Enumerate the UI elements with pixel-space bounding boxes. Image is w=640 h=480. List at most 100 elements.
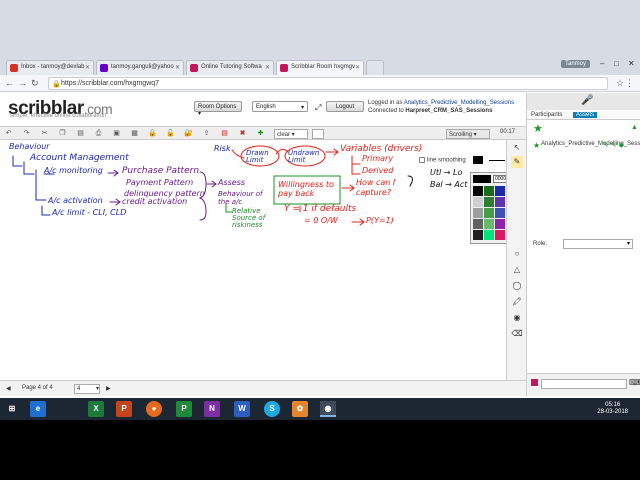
close-icon[interactable]: ✕	[265, 64, 270, 71]
color-swatch[interactable]	[473, 230, 483, 240]
page-select[interactable]: 4 ▾	[74, 384, 100, 394]
tab-gmail[interactable]: Inbox - tanmoy@dexlab ✕	[6, 60, 94, 75]
redo-icon[interactable]: ↷	[22, 129, 31, 138]
color-swatch-icon[interactable]	[531, 379, 538, 386]
pencil-icon[interactable]: ✎	[511, 156, 523, 168]
chevron-up-icon[interactable]: ▲	[631, 124, 638, 131]
print-icon[interactable]: ⎙	[94, 129, 103, 138]
language-select[interactable]: English ▾	[252, 101, 308, 112]
minimize-icon[interactable]: –	[600, 59, 604, 68]
pdf-icon[interactable]: ▤	[220, 129, 229, 138]
logout-button[interactable]: Logout	[326, 101, 364, 112]
room-options-button[interactable]: Room Options ▾	[194, 101, 242, 117]
excel-icon[interactable]: X	[88, 401, 104, 417]
image-icon[interactable]: ▦	[130, 129, 139, 138]
close-icon[interactable]: ✕	[175, 64, 180, 71]
app-icon[interactable]: ✿	[292, 401, 308, 417]
close-icon[interactable]: ✕	[85, 64, 90, 71]
color-swatch[interactable]	[473, 197, 483, 207]
close-icon[interactable]: ✕	[355, 64, 360, 71]
lock-icon[interactable]: 🔒	[148, 129, 157, 138]
highlighter-icon[interactable]: 🖍	[511, 296, 523, 308]
profile-badge[interactable]: Tanmoy	[560, 60, 590, 68]
skype-icon[interactable]: S	[264, 401, 280, 417]
save-icon[interactable]: ▣	[112, 129, 121, 138]
new-tab-button[interactable]	[366, 60, 384, 75]
participant-name[interactable]: Analytics_Predictive_Modelling_Sessions	[541, 141, 640, 148]
ie-icon[interactable]: e	[30, 401, 46, 417]
start-icon[interactable]: ⊞	[4, 401, 20, 417]
cut-icon[interactable]: ✂	[40, 129, 49, 138]
current-color-swatch[interactable]	[473, 156, 484, 164]
prev-page-icon[interactable]: ◀	[6, 385, 11, 392]
color-swatch[interactable]	[484, 219, 494, 229]
whiteboard-canvas[interactable]: Behaviour Account Management A/c monitor…	[0, 140, 506, 380]
reload-icon[interactable]: ↻	[31, 78, 39, 89]
project-icon[interactable]: P	[176, 401, 192, 417]
ink-how-capture: How can I capture?	[356, 178, 396, 197]
ink-line	[231, 149, 245, 159]
powerpoint-icon[interactable]: P	[116, 401, 132, 417]
role-select[interactable]: ▾	[563, 239, 633, 249]
permission-icons[interactable]: ✎ ✎ ◆	[603, 141, 624, 149]
color-swatch[interactable]	[495, 208, 505, 218]
tab-yahoo[interactable]: tanmoy.ganguli@yahoo ✕	[96, 60, 184, 75]
paste-icon[interactable]: ▤	[76, 129, 85, 138]
undo-icon[interactable]: ↶	[4, 129, 13, 138]
color-swatch[interactable]	[495, 219, 505, 229]
tab-tutoring[interactable]: Online Tutoring Softwa ✕	[186, 60, 274, 75]
circle-icon[interactable]: ◯	[511, 280, 523, 292]
upload-icon[interactable]: ⇪	[202, 129, 211, 138]
firefox-icon[interactable]: ●	[146, 401, 162, 417]
url-input[interactable]: 🔒 https://scribblar.com/hxgmgwq7	[48, 77, 608, 90]
system-clock[interactable]: 05:16 28-03-2018	[597, 402, 628, 416]
color-swatch[interactable]	[495, 230, 505, 240]
microphone-icon[interactable]: 🎤	[581, 95, 593, 106]
eraser-icon[interactable]: ⌫	[511, 328, 523, 340]
chat-bar: ⌨	[527, 373, 640, 396]
scrolling-select[interactable]: Scrolling ▾	[446, 129, 490, 139]
chat-input[interactable]	[541, 379, 627, 389]
color-swatch[interactable]	[495, 186, 505, 196]
tab-strip: Inbox - tanmoy@dexlab ✕ tanmoy.ganguli@y…	[0, 0, 640, 75]
blank-select[interactable]	[312, 129, 324, 139]
menu-icon[interactable]: ⋮	[625, 78, 634, 89]
back-icon[interactable]: ←	[5, 78, 14, 88]
color-swatch[interactable]	[473, 208, 483, 218]
fullscreen-icon[interactable]: ⤢	[312, 101, 322, 112]
line-smoothing-toggle[interactable]: line smoothing	[419, 156, 506, 164]
add-page-icon[interactable]: ✚	[256, 129, 265, 138]
send-icon[interactable]: ⌨	[629, 378, 640, 387]
color-swatch[interactable]	[484, 186, 494, 196]
chrome-icon[interactable]: ◉	[320, 401, 336, 417]
clear-select[interactable]: clear ▾	[274, 129, 308, 139]
tab-participants[interactable]: Participants	[531, 112, 562, 118]
ink-variables: Variables (drivers)	[340, 144, 423, 154]
close-window-icon[interactable]: ✕	[628, 59, 635, 68]
pointer-icon[interactable]: ↖	[511, 142, 523, 154]
word-icon[interactable]: W	[234, 401, 250, 417]
color-swatch[interactable]	[484, 208, 494, 218]
delete-page-icon[interactable]: ✖	[238, 129, 247, 138]
tab-assets[interactable]: Assets	[573, 112, 598, 118]
color-swatch[interactable]	[495, 197, 505, 207]
ink-y-equals: Y = 1 if defaults	[284, 204, 357, 214]
stroke-width-icon[interactable]	[489, 159, 506, 161]
user-lock-icon[interactable]: 🔐	[184, 129, 193, 138]
maximize-icon[interactable]: □	[614, 59, 619, 68]
fill-icon[interactable]: ◉	[511, 312, 523, 324]
unlock-icon[interactable]: 🔓	[166, 129, 175, 138]
color-swatch[interactable]	[484, 197, 494, 207]
forward-icon[interactable]: →	[18, 78, 27, 88]
color-swatch[interactable]	[473, 219, 483, 229]
checkbox[interactable]	[419, 157, 425, 163]
star-icon[interactable]: ☆	[616, 78, 624, 89]
triangle-icon[interactable]: △	[511, 264, 523, 276]
tab-scribblar-room[interactable]: Scribblar Room hxgmgv ✕	[276, 60, 364, 75]
next-page-icon[interactable]: ▶	[106, 385, 111, 392]
color-swatch[interactable]	[484, 230, 494, 240]
copy-icon[interactable]: ❐	[58, 129, 67, 138]
color-swatch[interactable]	[473, 186, 483, 196]
onenote-icon[interactable]: N	[204, 401, 220, 417]
ellipse-icon[interactable]: ○	[511, 248, 523, 260]
